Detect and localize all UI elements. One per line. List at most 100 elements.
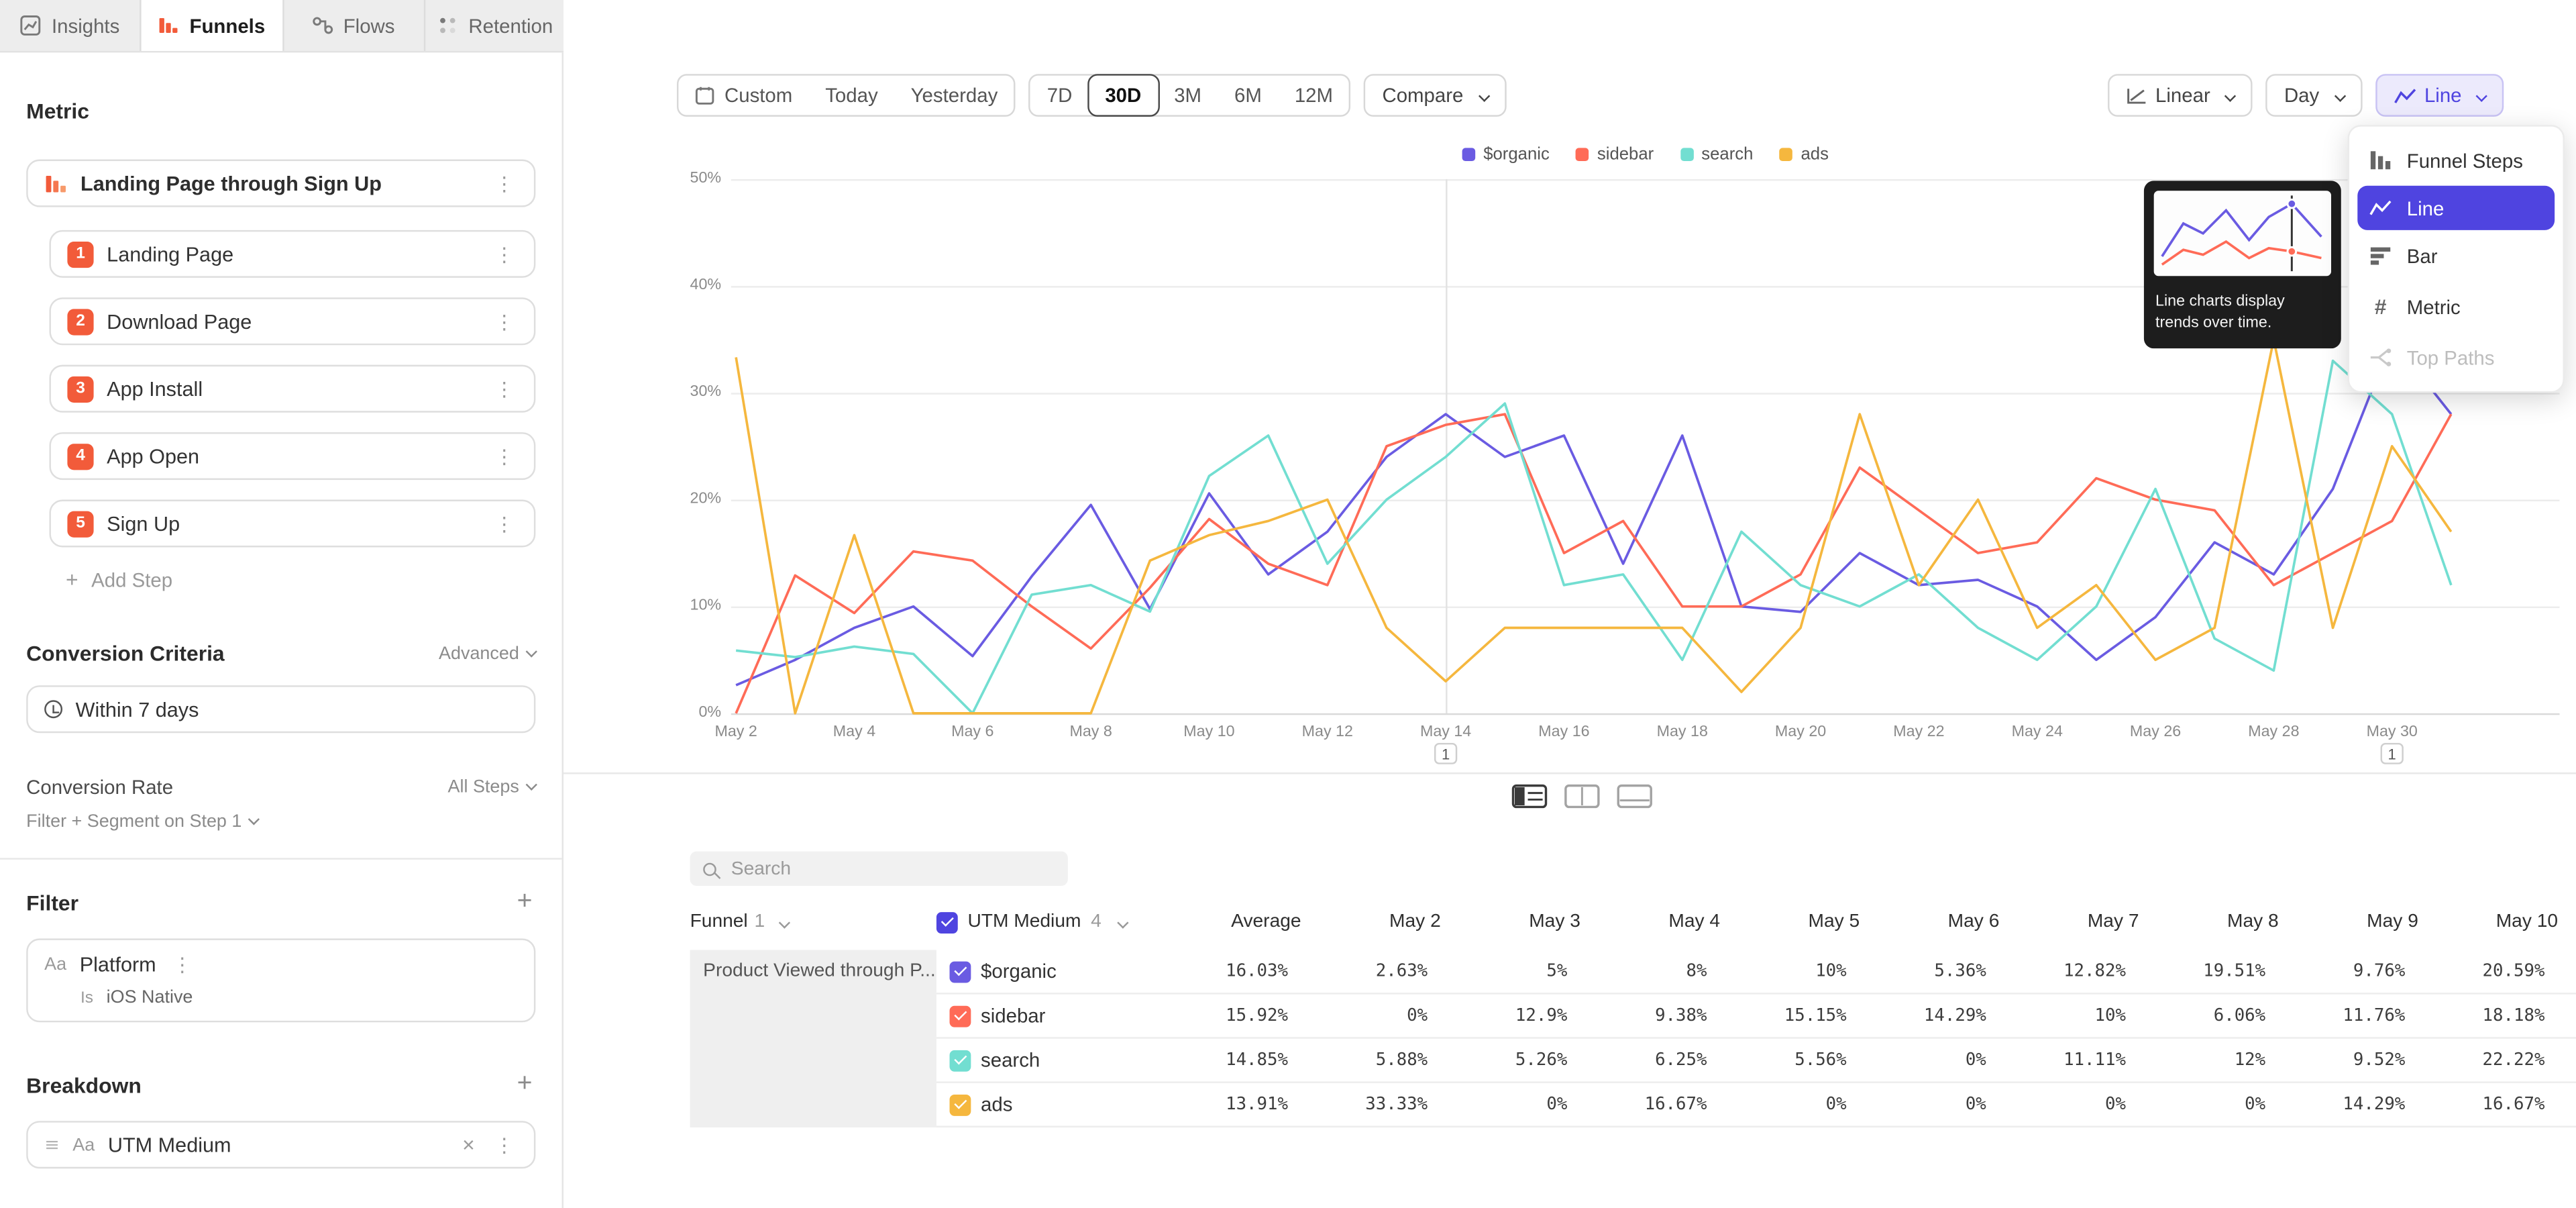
add-breakdown-button[interactable]: + (514, 1072, 536, 1098)
yesterday-button[interactable]: Yesterday (894, 76, 1014, 115)
series-line-sidebar[interactable] (736, 414, 2451, 713)
table-row[interactable]: sidebar 15.92% 0% 12.9% 9.38% 15.15% 14.… (936, 995, 2576, 1039)
step-row-5[interactable]: 5 Sign Up ⋮ (49, 499, 535, 547)
breakdown-card[interactable]: ≡ Aa UTM Medium × ⋮ (26, 1121, 535, 1168)
step-kebab-icon[interactable]: ⋮ (491, 513, 517, 533)
menu-item-bar[interactable]: Bar (2349, 230, 2563, 281)
layout-columns-view-button[interactable] (1564, 784, 1600, 809)
tab-flows[interactable]: Flows (283, 0, 425, 51)
step-kebab-icon[interactable]: ⋮ (491, 379, 517, 398)
legend-swatch (1576, 148, 1589, 161)
cell: 9.76% (2265, 962, 2405, 981)
table-row[interactable]: ads 13.91% 33.33% 0% 16.67% 0% 0% 0% 0% … (936, 1083, 2576, 1127)
select-all-checkbox[interactable] (936, 911, 958, 933)
cell: 2.63% (1288, 962, 1428, 981)
step-kebab-icon[interactable]: ⋮ (491, 244, 517, 264)
flows-icon (312, 15, 333, 36)
layout-bottom-view-button[interactable] (1617, 784, 1653, 809)
row-checkbox[interactable] (950, 1050, 971, 1071)
row-average: 16.03% (1153, 962, 1288, 981)
utm-column-header[interactable]: UTM Medium 4 (936, 911, 1167, 933)
chevron-down-icon (2476, 89, 2487, 101)
range-30d-button[interactable]: 30D (1087, 74, 1159, 117)
range-6m-button[interactable]: 6M (1218, 76, 1279, 115)
cell: 5.36% (1847, 962, 1986, 981)
row-checkbox[interactable] (950, 1005, 971, 1027)
y-tick-label: 20% (690, 490, 722, 508)
custom-range-button[interactable]: Custom (678, 76, 808, 115)
row-checkbox[interactable] (950, 1094, 971, 1115)
annotation-badge[interactable]: 1 (1434, 743, 1457, 764)
search-icon (703, 862, 716, 875)
menu-item-funnel-steps[interactable]: Funnel Steps (2349, 135, 2563, 186)
funnel-column-header[interactable]: Funnel 1 (690, 912, 936, 932)
step-row-2[interactable]: 2 Download Page ⋮ (49, 297, 535, 345)
filter-segment-step1-dropdown[interactable]: Filter + Segment on Step 1 (26, 812, 535, 832)
interval-day-button[interactable]: Day (2266, 74, 2362, 117)
step-row-1[interactable]: 1 Landing Page ⋮ (49, 230, 535, 278)
range-7d-button[interactable]: 7D (1030, 76, 1089, 115)
range-30d-label: 30D (1105, 84, 1141, 107)
day-column-header: May 4 (1580, 912, 1720, 932)
drag-handle-icon[interactable]: ≡ (44, 1134, 60, 1156)
advanced-dropdown[interactable]: Advanced (439, 644, 535, 663)
menu-item-label: Top Paths (2407, 346, 2495, 369)
remove-breakdown-icon[interactable]: × (459, 1132, 478, 1157)
x-tick-label: May 22 (1878, 723, 1960, 742)
x-tick-label: May 14 (1405, 723, 1487, 742)
filter-card[interactable]: Aa Platform ⋮ Is iOS Native (26, 938, 535, 1022)
legend-item[interactable]: search (1680, 145, 1753, 164)
menu-item-metric[interactable]: # Metric (2349, 281, 2563, 332)
scale-linear-button[interactable]: Linear (2108, 74, 2253, 117)
table-search[interactable] (690, 852, 1068, 886)
breakdown-table: Funnel 1 UTM Medium 4 Average May 2 May … (690, 904, 2576, 1127)
tab-funnels[interactable]: Funnels (142, 0, 283, 51)
chart-type-line-button[interactable]: Line (2375, 74, 2504, 117)
range-3m-button[interactable]: 3M (1158, 76, 1218, 115)
y-tick-label: 30% (690, 383, 722, 401)
series-line-ads[interactable] (736, 340, 2451, 713)
menu-item-line[interactable]: Line (2357, 186, 2555, 230)
step-number-badge: 3 (67, 376, 93, 402)
add-filter-button[interactable]: + (514, 889, 536, 915)
breakdown-kebab-icon[interactable]: ⋮ (491, 1135, 517, 1154)
step-kebab-icon[interactable]: ⋮ (491, 311, 517, 331)
table-row[interactable]: search 14.85% 5.88% 5.26% 6.25% 5.56% 0%… (936, 1039, 2576, 1083)
step-kebab-icon[interactable]: ⋮ (491, 446, 517, 466)
series-line-$organic[interactable] (736, 340, 2451, 685)
row-checkbox[interactable] (950, 960, 971, 982)
today-button[interactable]: Today (809, 76, 894, 115)
tab-retention[interactable]: Retention (425, 0, 566, 51)
compare-button[interactable]: Compare (1364, 74, 1506, 117)
breakdown-heading: Breakdown (26, 1072, 142, 1097)
step-row-3[interactable]: 3 App Install ⋮ (49, 365, 535, 413)
tab-insights[interactable]: Insights (0, 0, 142, 51)
step-row-4[interactable]: 4 App Open ⋮ (49, 432, 535, 480)
legend-swatch (1680, 148, 1693, 161)
legend-item[interactable]: ads (1780, 145, 1829, 164)
x-tick-label: May 2 (695, 723, 777, 742)
funnel-metric-card[interactable]: Landing Page through Sign Up ⋮ (26, 160, 535, 207)
cell: 6.06% (2126, 1006, 2265, 1025)
legend-item[interactable]: $organic (1462, 145, 1549, 164)
chart-type-menu: Funnel Steps Line Bar # Metric Top Paths (2348, 125, 2565, 393)
filter-kebab-icon[interactable]: ⋮ (169, 955, 195, 974)
add-step-button[interactable]: + Add Step (49, 560, 535, 598)
layout-split-view-button[interactable] (1511, 784, 1548, 809)
calendar-icon (695, 85, 714, 105)
annotation-badge[interactable]: 1 (2381, 743, 2404, 764)
conversion-window-card[interactable]: Within 7 days (26, 685, 535, 733)
range-12m-button[interactable]: 12M (1278, 76, 1349, 115)
funnel-group-cell[interactable]: Product Viewed through P... (690, 950, 936, 1127)
menu-item-top-paths[interactable]: Top Paths (2349, 332, 2563, 383)
table-row[interactable]: $organic 16.03% 2.63% 5% 8% 10% 5.36% 12… (936, 950, 2576, 995)
funnel-kebab-icon[interactable]: ⋮ (491, 173, 517, 193)
all-steps-dropdown[interactable]: All Steps (448, 777, 536, 797)
filter-value[interactable]: iOS Native (107, 988, 193, 1007)
legend-item[interactable]: sidebar (1576, 145, 1654, 164)
x-tick-label: May 16 (1523, 723, 1605, 742)
search-input[interactable] (728, 857, 1055, 880)
clock-icon (44, 700, 62, 718)
menu-item-label: Metric (2407, 295, 2461, 318)
cell: 10% (1986, 1006, 2126, 1025)
